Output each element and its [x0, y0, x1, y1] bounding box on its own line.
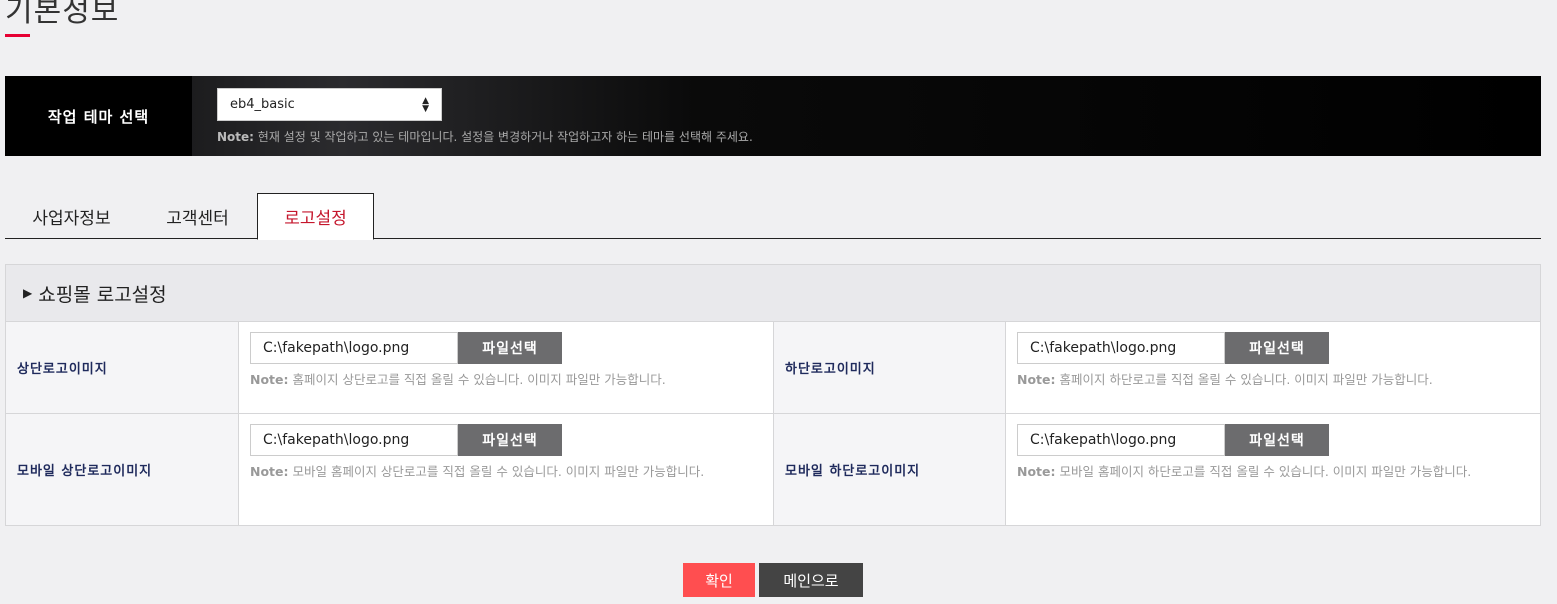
- mobile-bottom-logo-field: C:\fakepath\logo.png 파일선택 Note: 모바일 홈페이지…: [1006, 414, 1539, 525]
- tab-business-info[interactable]: 사업자정보: [5, 193, 138, 239]
- top-logo-field: C:\fakepath\logo.png 파일선택 Note: 홈페이지 상단로…: [239, 322, 773, 413]
- top-logo-file-button[interactable]: 파일선택: [458, 332, 562, 364]
- confirm-button[interactable]: 확인: [683, 563, 755, 597]
- theme-select-value: eb4_basic: [230, 97, 295, 112]
- note-text: 현재 설정 및 작업하고 있는 테마입니다. 설정을 변경하거나 작업하고자 하…: [253, 130, 753, 144]
- note-text: 홈페이지 하단로고를 직접 올릴 수 있습니다. 이미지 파일만 가능합니다.: [1055, 372, 1433, 387]
- note-prefix: Note:: [1017, 372, 1056, 387]
- title-underline: [5, 34, 30, 37]
- caret-right-icon: ▶: [23, 286, 33, 300]
- sort-arrows-icon: ▲ ▼: [422, 95, 429, 114]
- theme-note: Note: 현재 설정 및 작업하고 있는 테마입니다. 설정을 변경하거나 작…: [217, 128, 753, 145]
- note-prefix: Note:: [217, 130, 254, 144]
- section-title: 쇼핑몰 로고설정: [38, 283, 167, 306]
- theme-label: 작업 테마 선택: [5, 76, 192, 156]
- logo-settings-panel: ▶ 쇼핑몰 로고설정 상단로고이미지 C:\fakepath\logo.png …: [5, 264, 1541, 526]
- form-row: 상단로고이미지 C:\fakepath\logo.png 파일선택 Note: …: [6, 322, 1540, 414]
- tab-customer-center[interactable]: 고객센터: [138, 193, 257, 239]
- bottom-logo-file-button[interactable]: 파일선택: [1225, 332, 1329, 364]
- note-text: 홈페이지 상단로고를 직접 올릴 수 있습니다. 이미지 파일만 가능합니다.: [288, 372, 666, 387]
- bottom-logo-note: Note: 홈페이지 하단로고를 직접 올릴 수 있습니다. 이미지 파일만 가…: [1017, 371, 1529, 388]
- mobile-bottom-logo-label: 모바일 하단로고이미지: [773, 414, 1006, 525]
- form-row: 모바일 상단로고이미지 C:\fakepath\logo.png 파일선택 No…: [6, 414, 1540, 525]
- mobile-top-logo-label: 모바일 상단로고이미지: [6, 414, 239, 525]
- mobile-bottom-logo-file-button[interactable]: 파일선택: [1225, 424, 1329, 456]
- top-logo-file-input[interactable]: C:\fakepath\logo.png: [250, 332, 458, 364]
- mobile-top-logo-field: C:\fakepath\logo.png 파일선택 Note: 모바일 홈페이지…: [239, 414, 773, 525]
- mobile-bottom-logo-note: Note: 모바일 홈페이지 하단로고를 직접 올릴 수 있습니다. 이미지 파…: [1017, 463, 1529, 480]
- theme-select[interactable]: eb4_basic ▲ ▼: [217, 88, 442, 121]
- mobile-top-logo-file-input[interactable]: C:\fakepath\logo.png: [250, 424, 458, 456]
- top-logo-note: Note: 홈페이지 상단로고를 직접 올릴 수 있습니다. 이미지 파일만 가…: [250, 371, 763, 388]
- note-prefix: Note:: [1017, 464, 1056, 479]
- section-header: ▶ 쇼핑몰 로고설정: [6, 265, 1540, 322]
- bottom-logo-file-input[interactable]: C:\fakepath\logo.png: [1017, 332, 1225, 364]
- mobile-top-logo-file-button[interactable]: 파일선택: [458, 424, 562, 456]
- mobile-bottom-logo-file-input[interactable]: C:\fakepath\logo.png: [1017, 424, 1225, 456]
- tab-logo-settings[interactable]: 로고설정: [257, 193, 374, 240]
- top-logo-label: 상단로고이미지: [6, 322, 239, 413]
- note-prefix: Note:: [250, 372, 289, 387]
- go-main-button[interactable]: 메인으로: [759, 563, 863, 597]
- note-prefix: Note:: [250, 464, 289, 479]
- note-text: 모바일 홈페이지 하단로고를 직접 올릴 수 있습니다. 이미지 파일만 가능합…: [1055, 464, 1472, 479]
- bottom-logo-label: 하단로고이미지: [773, 322, 1006, 413]
- theme-body: eb4_basic ▲ ▼ Note: 현재 설정 및 작업하고 있는 테마입니다…: [192, 76, 753, 156]
- theme-bar: 작업 테마 선택 eb4_basic ▲ ▼ Note: 현재 설정 및 작업하고…: [5, 76, 1541, 156]
- bottom-logo-field: C:\fakepath\logo.png 파일선택 Note: 홈페이지 하단로…: [1006, 322, 1539, 413]
- page-title: 기본정보: [5, 0, 120, 29]
- tab-bar: 사업자정보 고객센터 로고설정: [5, 193, 1541, 240]
- mobile-top-logo-note: Note: 모바일 홈페이지 상단로고를 직접 올릴 수 있습니다. 이미지 파…: [250, 463, 763, 480]
- note-text: 모바일 홈페이지 상단로고를 직접 올릴 수 있습니다. 이미지 파일만 가능합…: [288, 464, 705, 479]
